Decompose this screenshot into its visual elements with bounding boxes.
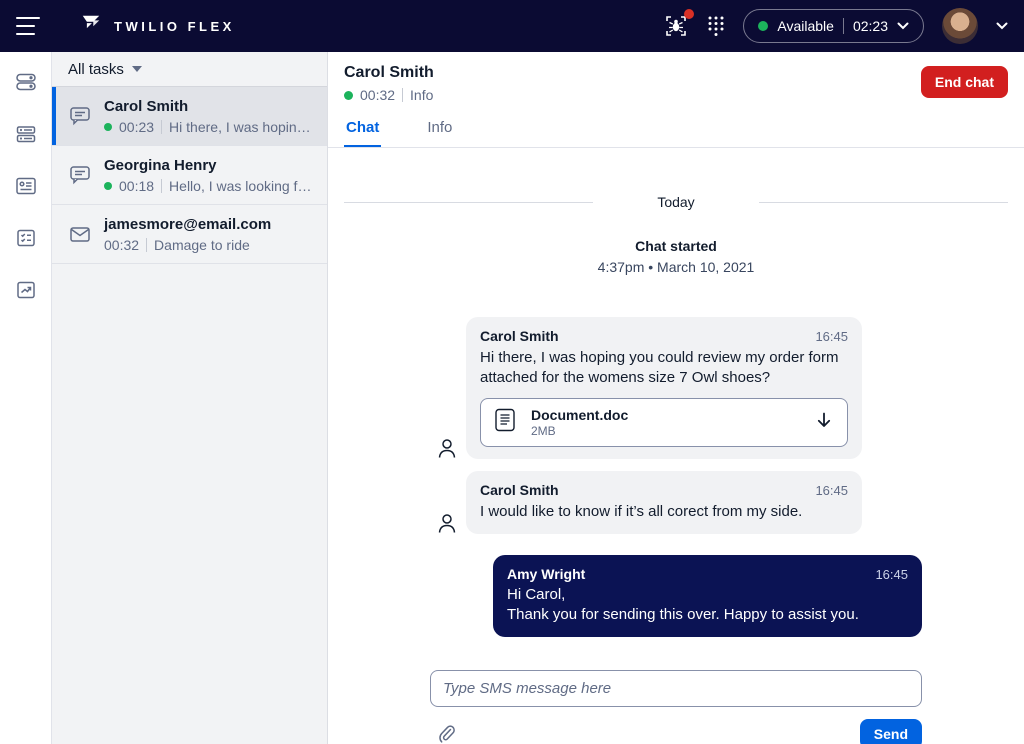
document-icon (491, 406, 519, 439)
session-timestamp: 4:37pm • March 10, 2021 (344, 259, 1008, 275)
session-info: Chat started 4:37pm • March 10, 2021 (344, 238, 1008, 275)
message-time: 16:45 (815, 483, 848, 498)
apps-grid-icon[interactable] (707, 15, 725, 37)
chevron-down-icon (132, 66, 142, 72)
attachment-card[interactable]: Document.doc 2MB (480, 398, 848, 447)
nav-queues-icon[interactable] (14, 226, 38, 250)
task-list-panel: All tasks Carol Smith 00:23 Hi there, I … (52, 52, 328, 744)
message-author: Amy Wright (507, 566, 585, 582)
customer-message-bubble: Carol Smith 16:45 I would like to know i… (466, 471, 862, 534)
message-row: Amy Wright 16:45 Hi Carol, Thank you for… (437, 555, 922, 637)
menu-icon[interactable] (16, 17, 40, 35)
online-dot (104, 182, 112, 190)
download-icon[interactable] (815, 411, 833, 434)
message-text: I would like to know if it’s all corect … (480, 502, 848, 522)
message-text: Hi there, I was hoping you could review … (480, 348, 848, 388)
chat-header: Carol Smith 00:32 Info End chat (328, 52, 1024, 109)
message-text: Hi Carol, (507, 585, 908, 605)
task-row-georgina-henry[interactable]: Georgina Henry 00:18 Hello, I was lookin… (52, 145, 327, 204)
message-text: Thank you for sending this over. Happy t… (507, 605, 908, 625)
alert-badge (684, 9, 694, 19)
task-time: 00:32 (104, 237, 139, 253)
date-divider-label: Today (657, 194, 694, 210)
person-outline-icon (437, 512, 457, 533)
presence-timer: 02:23 (853, 18, 888, 34)
paperclip-icon[interactable] (437, 724, 456, 744)
task-preview: Damage to ride (154, 237, 250, 253)
person-outline-icon (437, 437, 457, 458)
chat-bubble-icon (68, 105, 92, 127)
online-dot (104, 123, 112, 131)
attachment-size: 2MB (531, 424, 803, 438)
task-time: 00:23 (119, 119, 154, 135)
message-author: Carol Smith (480, 328, 559, 344)
nav-agent-desktop-icon[interactable] (14, 70, 38, 94)
chat-bubble-icon (68, 164, 92, 186)
customer-name: Carol Smith (344, 64, 921, 82)
message-author: Carol Smith (480, 482, 559, 498)
envelope-icon (68, 224, 92, 244)
tab-chat[interactable]: Chat (344, 109, 381, 147)
nav-teams-icon[interactable] (14, 174, 38, 198)
brand-text: TWILIO FLEX (114, 19, 235, 34)
user-menu-chevron-icon[interactable] (996, 22, 1008, 30)
task-preview: Hi there, I was hoping... (169, 119, 315, 135)
message-list: Carol Smith 16:45 Hi there, I was hoping… (344, 317, 1008, 637)
nav-insights-icon[interactable] (14, 278, 38, 302)
flex-app: TWILIO FLEX (0, 0, 1024, 744)
tab-info[interactable]: Info (425, 109, 454, 147)
message-input[interactable] (430, 670, 922, 707)
online-dot (344, 91, 353, 100)
task-filter[interactable]: All tasks (52, 52, 327, 86)
chat-panel: Carol Smith 00:32 Info End chat Chat Inf… (328, 52, 1024, 744)
presence-status-dot (758, 21, 768, 31)
presence-selector[interactable]: Available 02:23 (743, 9, 924, 43)
task-name: Georgina Henry (104, 157, 217, 174)
customer-message-bubble: Carol Smith 16:45 Hi there, I was hoping… (466, 317, 862, 459)
agent-message-bubble: Amy Wright 16:45 Hi Carol, Thank you for… (493, 555, 922, 637)
presence-label: Available (777, 18, 834, 34)
user-avatar[interactable] (942, 8, 978, 44)
task-row-carol-smith[interactable]: Carol Smith 00:23 Hi there, I was hoping… (52, 86, 327, 145)
date-divider: Today (344, 194, 1008, 210)
chat-timer: 00:32 (360, 87, 395, 103)
nav-rail (0, 52, 52, 744)
task-filter-label: All tasks (68, 61, 124, 78)
message-row: Carol Smith 16:45 I would like to know i… (437, 471, 922, 534)
task-name: Carol Smith (104, 98, 188, 115)
topbar: TWILIO FLEX (0, 0, 1024, 52)
task-row-jamesmore-email[interactable]: jamesmore@email.com 00:32 Damage to ride (52, 204, 327, 264)
message-time: 16:45 (875, 567, 908, 582)
chat-body: Today Chat started 4:37pm • March 10, 20… (328, 148, 1024, 744)
task-preview: Hello, I was looking for... (169, 178, 315, 194)
message-row: Carol Smith 16:45 Hi there, I was hoping… (437, 317, 922, 459)
nav-tasks-icon[interactable] (14, 122, 38, 146)
send-button[interactable]: Send (860, 719, 922, 744)
chevron-down-icon (897, 22, 909, 30)
task-name: jamesmore@email.com (104, 216, 271, 233)
flex-logo-icon (80, 13, 102, 40)
debug-icon[interactable] (663, 13, 689, 39)
end-chat-button[interactable]: End chat (921, 66, 1008, 98)
session-title: Chat started (344, 238, 1008, 254)
composer: Send (430, 670, 922, 744)
chat-tabs: Chat Info (328, 109, 1024, 148)
chat-info-hint: Info (410, 87, 433, 103)
task-time: 00:18 (119, 178, 154, 194)
attachment-filename: Document.doc (531, 407, 803, 423)
brand[interactable]: TWILIO FLEX (80, 13, 235, 40)
message-time: 16:45 (815, 329, 848, 344)
